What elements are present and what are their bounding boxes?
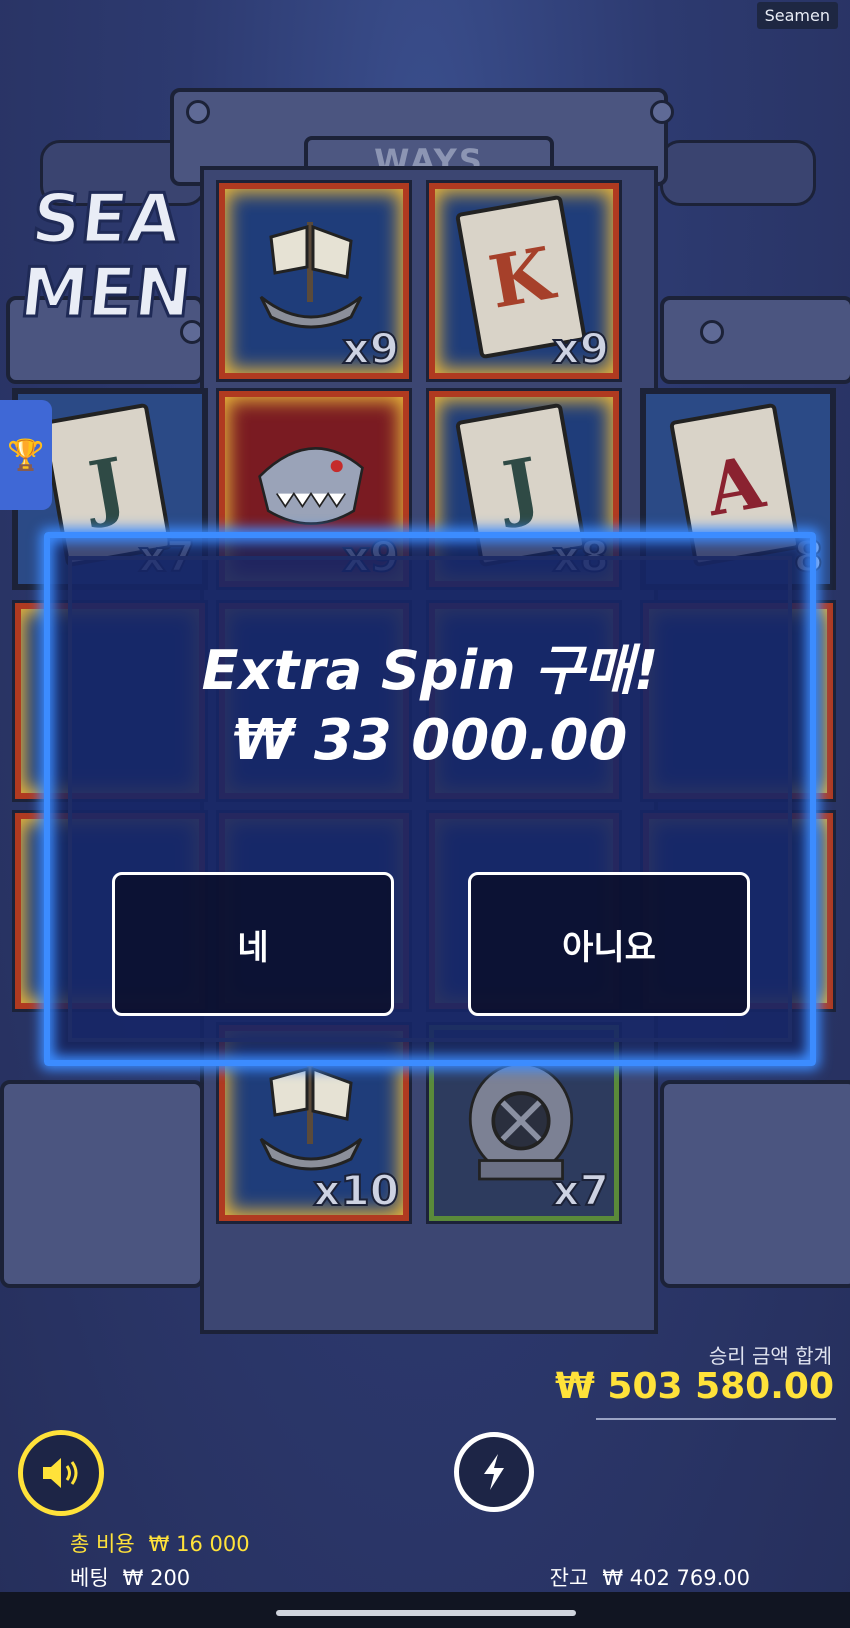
total-cost-label: 총 비용 [70, 1532, 135, 1556]
buy-extra-spin-modal: Extra Spin 구매! ₩ 33 000.00 네 아니요 [44, 532, 816, 1066]
lightning-icon [484, 1454, 504, 1490]
multiplier: x7 [552, 1165, 610, 1216]
reel-cell: x9 [216, 180, 412, 382]
logo-line-2: MEN [15, 253, 197, 335]
win-total-label: 승리 금액 합계 [708, 1344, 832, 1368]
game-logo: SEA MEN [6, 104, 206, 335]
home-indicator[interactable] [276, 1610, 576, 1616]
bet-label: 베팅 [70, 1566, 109, 1590]
bet-value: ₩ 200 [122, 1566, 191, 1590]
bet[interactable]: 베팅 ₩ 200 [70, 1562, 190, 1592]
confirm-yes-button[interactable]: 네 [112, 872, 394, 1016]
trophy-tab[interactable]: 🏆 [0, 400, 52, 510]
total-cost-value: ₩ 16 000 [148, 1532, 250, 1556]
bolt [650, 100, 674, 124]
right-panel [660, 296, 850, 384]
multiplier: x9 [342, 323, 400, 374]
turbo-button[interactable] [454, 1432, 534, 1512]
left-bottom-panel [0, 1080, 204, 1288]
bottom-bar [0, 1592, 850, 1628]
balance-label: 잔고 [549, 1566, 589, 1590]
win-total-value: ₩ 503 580.00 [555, 1366, 834, 1407]
total-cost: 총 비용 ₩ 16 000 [70, 1528, 250, 1558]
multiplier: x10 [312, 1165, 400, 1216]
game-title-tag: Seamen [756, 2, 838, 29]
modal-price: ₩ 33 000.00 [232, 708, 628, 773]
sound-button[interactable] [18, 1430, 104, 1516]
confirm-no-button[interactable]: 아니요 [468, 872, 750, 1016]
hud-divider [596, 1418, 836, 1420]
speaker-icon [43, 1458, 78, 1488]
bolt [700, 320, 724, 344]
modal-title: Extra Spin 구매! [201, 639, 659, 702]
balance: 잔고 ₩ 402 769.00 [550, 1562, 750, 1592]
reel-cell: K x9 [426, 180, 622, 382]
logo-line-1: SEA [26, 179, 185, 261]
pipe-right [660, 140, 816, 206]
trophy-icon: 🏆 [7, 437, 45, 473]
multiplier: x9 [552, 323, 610, 374]
right-bottom-panel [660, 1080, 850, 1288]
balance-value: ₩ 402 769.00 [602, 1566, 750, 1590]
